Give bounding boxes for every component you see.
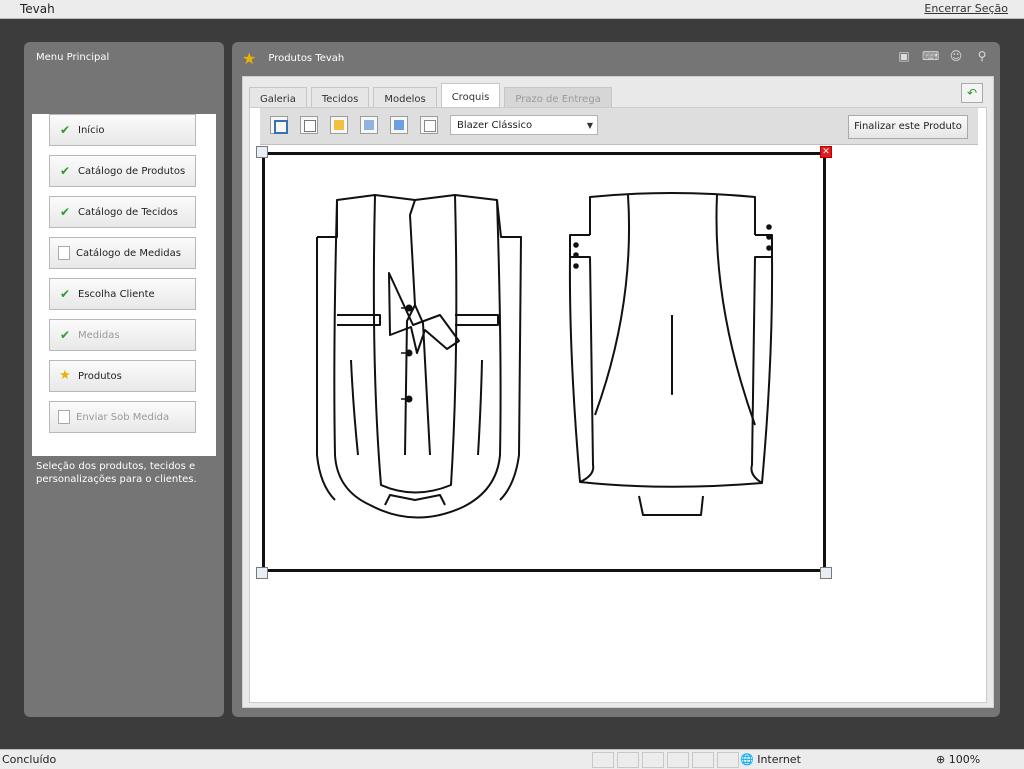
- menu-item-catalogo-tecidos[interactable]: ✔ Catálogo de Tecidos: [49, 196, 196, 228]
- security-zone: 🌐 Internet: [740, 753, 801, 766]
- document-icon: [58, 410, 70, 424]
- status-bar: Concluído 🌐 Internet ⊕ 100%: [0, 749, 1024, 769]
- check-icon: ✔: [59, 328, 71, 342]
- menu-item-escolha-cliente[interactable]: ✔ Escolha Cliente: [49, 278, 196, 310]
- chevron-down-icon: ▼: [586, 121, 593, 130]
- zoom-control[interactable]: ⊕ 100%: [936, 753, 980, 766]
- page-tool-icon[interactable]: [420, 116, 438, 134]
- zoom-icon: ⊕: [936, 753, 946, 766]
- rotate-handle[interactable]: [256, 567, 268, 579]
- logout-link[interactable]: Encerrar Seção: [924, 2, 1008, 15]
- keyboard-icon[interactable]: ⌨: [922, 48, 939, 64]
- sidebar-description: Seleção dos produtos, tecidos e personal…: [36, 461, 197, 485]
- sketch-area: Blazer Clássico ▼ Finalizar este Produto: [249, 107, 987, 703]
- menu-item-catalogo-medidas[interactable]: Catálogo de Medidas: [49, 237, 196, 269]
- star-icon: ★: [59, 368, 71, 383]
- resize-handle[interactable]: [820, 567, 832, 579]
- tab-bar: Galeria Tecidos Modelos Croquis Prazo de…: [249, 83, 616, 110]
- sidebar: Menu Principal ✔ Início ✔ Catálogo de Pr…: [24, 42, 224, 717]
- status-text: Concluído: [2, 753, 57, 766]
- main-header-title: Produtos Tevah: [268, 52, 345, 64]
- sidebar-menu: ✔ Início ✔ Catálogo de Produtos ✔ Catálo…: [32, 114, 216, 456]
- menu-item-label: Escolha Cliente: [78, 288, 155, 300]
- save-icon[interactable]: ▣: [896, 48, 912, 64]
- document-tool-icon[interactable]: [300, 116, 318, 134]
- shape-tool-icon[interactable]: [390, 116, 408, 134]
- sketch-toolbar: Blazer Clássico ▼ Finalizar este Produto: [260, 108, 978, 145]
- header-icons: ▣ ⌨ ☺ ⚲: [896, 48, 990, 64]
- check-icon: ✔: [59, 164, 71, 178]
- menu-item-label: Catálogo de Medidas: [76, 247, 181, 259]
- document-icon: [58, 246, 70, 260]
- app-title: Tevah: [20, 2, 55, 16]
- zoom-label: 100%: [948, 753, 981, 766]
- star-icon: ★: [242, 48, 257, 68]
- blazer-back-view: [568, 192, 774, 516]
- menu-item-label: Início: [78, 124, 105, 136]
- search-icon[interactable]: ⚲: [974, 48, 990, 64]
- menu-item-label: Medidas: [78, 329, 120, 341]
- blazer-sketch: [316, 192, 774, 519]
- menu-item-inicio[interactable]: ✔ Início: [49, 114, 196, 146]
- app-header: Tevah Encerrar Seção: [0, 0, 1024, 19]
- menu-item-label: Produtos: [78, 370, 122, 382]
- main-panel: ★ Produtos Tevah ▣ ⌨ ☺ ⚲ Galeria Tecidos…: [232, 42, 1000, 717]
- menu-item-label: Enviar Sob Medida: [76, 411, 170, 423]
- check-icon: ✔: [59, 287, 71, 301]
- main-header: ★ Produtos Tevah: [242, 48, 344, 68]
- sketch-selection[interactable]: [262, 152, 826, 572]
- model-select[interactable]: Blazer Clássico ▼: [450, 115, 598, 135]
- move-handle[interactable]: [256, 146, 268, 158]
- select-tool-icon[interactable]: [270, 116, 288, 134]
- finish-product-button[interactable]: Finalizar este Produto: [848, 115, 968, 139]
- model-select-value: Blazer Clássico: [457, 120, 533, 131]
- user-icon[interactable]: ☺: [948, 48, 964, 64]
- blazer-front-view: [316, 194, 522, 519]
- content-frame: Galeria Tecidos Modelos Croquis Prazo de…: [242, 76, 994, 708]
- back-button[interactable]: ↶: [961, 83, 983, 103]
- globe-icon: 🌐: [740, 753, 754, 766]
- menu-item-produtos[interactable]: ★ Produtos: [49, 360, 196, 392]
- check-icon: ✔: [59, 205, 71, 219]
- close-icon[interactable]: ✕: [820, 146, 832, 158]
- status-cells: [592, 752, 739, 768]
- menu-item-label: Catálogo de Tecidos: [78, 206, 178, 218]
- menu-item-enviar-sob-medida[interactable]: Enviar Sob Medida: [49, 401, 196, 433]
- menu-item-catalogo-produtos[interactable]: ✔ Catálogo de Produtos: [49, 155, 196, 187]
- sidebar-title: Menu Principal: [36, 52, 110, 63]
- menu-item-medidas[interactable]: ✔ Medidas: [49, 319, 196, 351]
- check-icon: ✔: [59, 123, 71, 137]
- menu-item-label: Catálogo de Produtos: [78, 165, 186, 177]
- zone-label: Internet: [757, 753, 801, 766]
- tab-croquis[interactable]: Croquis: [440, 83, 501, 110]
- edit-tool-icon[interactable]: [330, 116, 348, 134]
- image-tool-icon[interactable]: [360, 116, 378, 134]
